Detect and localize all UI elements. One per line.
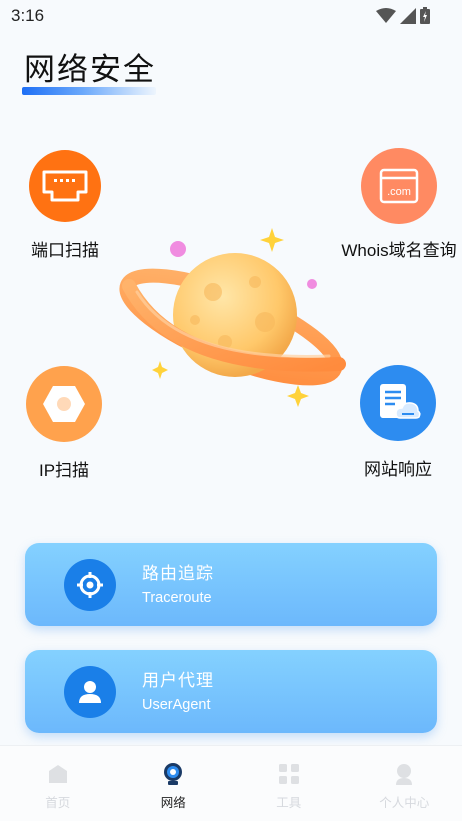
home-icon bbox=[48, 765, 67, 783]
target-icon bbox=[64, 559, 116, 611]
planet-illustration bbox=[119, 228, 346, 407]
useragent-subtitle: UserAgent bbox=[142, 697, 211, 713]
title-underline bbox=[22, 87, 156, 95]
dotcom-text: .com bbox=[387, 186, 411, 198]
website-response-label: 网站响应 bbox=[364, 460, 432, 479]
nav-profile-label: 个人中心 bbox=[379, 796, 430, 810]
wifi-icon bbox=[376, 7, 396, 23]
signal-icon bbox=[400, 7, 416, 24]
page-title: 网络安全 bbox=[24, 52, 156, 87]
grid-icon bbox=[278, 764, 299, 784]
nav-network[interactable]: 网络 bbox=[116, 746, 232, 821]
whois-label: Whois域名查询 bbox=[341, 241, 457, 260]
profile-icon bbox=[396, 764, 413, 785]
nav-profile[interactable]: 个人中心 bbox=[347, 746, 462, 821]
user-icon bbox=[64, 666, 116, 718]
dotcom-icon: .com bbox=[361, 148, 437, 224]
feature-whois[interactable]: .com Whois域名查询 bbox=[336, 148, 462, 261]
bottom-nav: 首页 网络 工具 个人中心 bbox=[0, 745, 462, 821]
ethernet-port-icon bbox=[29, 150, 101, 222]
network-icon bbox=[164, 763, 183, 785]
feature-website-response[interactable]: 网站响应 bbox=[343, 365, 453, 480]
document-cloud-icon bbox=[360, 365, 436, 441]
nav-tools-label: 工具 bbox=[276, 796, 302, 810]
port-scan-label: 端口扫描 bbox=[31, 241, 99, 260]
useragent-title: 用户代理 bbox=[142, 671, 214, 690]
ip-scan-label: IP扫描 bbox=[38, 461, 90, 480]
status-bar: 3:16 bbox=[0, 0, 462, 32]
traceroute-subtitle: Traceroute bbox=[142, 590, 212, 606]
battery-icon bbox=[420, 7, 430, 24]
nav-home[interactable]: 首页 bbox=[0, 746, 116, 821]
traceroute-title: 路由追踪 bbox=[142, 564, 214, 583]
nav-network-label: 网络 bbox=[160, 796, 186, 810]
useragent-card[interactable]: 用户代理 UserAgent bbox=[25, 650, 437, 733]
feature-ip-scan[interactable]: IP扫描 bbox=[10, 366, 118, 481]
nav-tools[interactable]: 工具 bbox=[231, 746, 347, 821]
feature-port-scan[interactable]: 端口扫描 bbox=[10, 150, 120, 261]
status-time: 3:16 bbox=[11, 6, 45, 25]
hexagon-icon bbox=[26, 366, 102, 442]
nav-home-label: 首页 bbox=[45, 796, 71, 810]
status-icons bbox=[376, 7, 430, 24]
traceroute-card[interactable]: 路由追踪 Traceroute bbox=[25, 543, 437, 626]
